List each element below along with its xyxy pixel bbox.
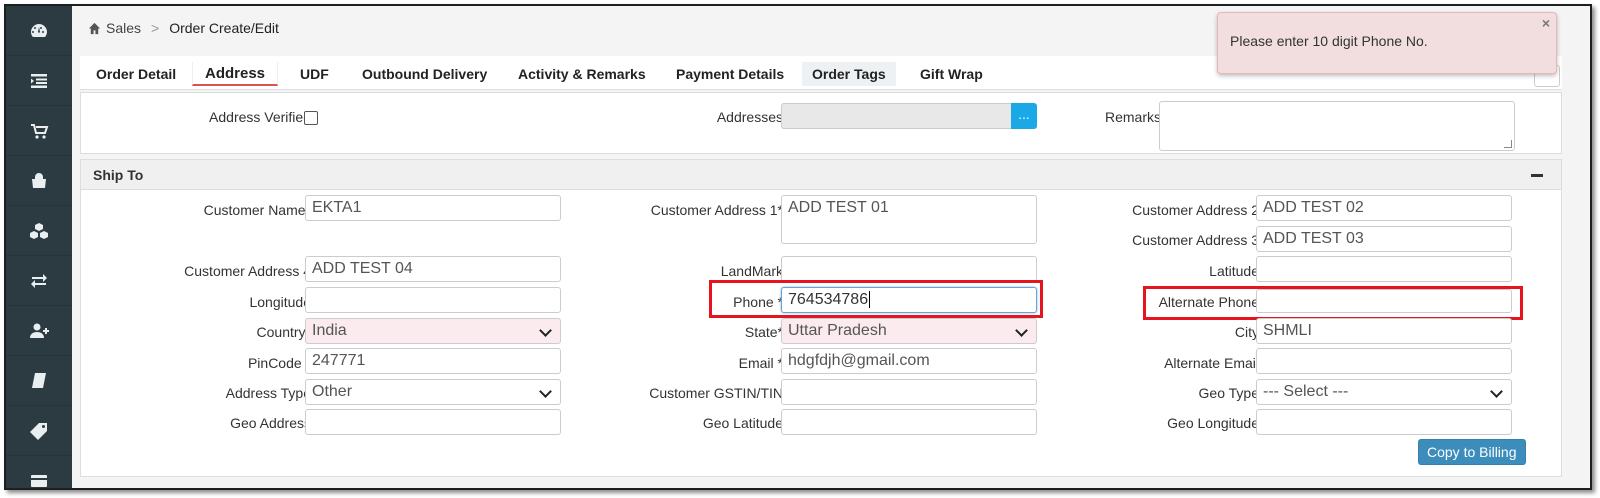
address-verified-checkbox[interactable] (304, 111, 318, 125)
alternate-email-input[interactable] (1256, 348, 1512, 374)
country-select[interactable]: India (305, 318, 561, 344)
ship-to-panel: Ship To Customer Name* EKTA1 Customer Ad… (80, 159, 1562, 477)
customer-gstin-label: Customer GSTIN/TIN (649, 385, 783, 401)
copy-to-billing-button[interactable]: Copy to Billing (1418, 439, 1526, 465)
latitude-input[interactable] (1256, 256, 1512, 282)
email-input[interactable]: hdgfdjh@gmail.com (781, 348, 1037, 374)
address-type-select[interactable]: Other (305, 379, 561, 405)
breadcrumb-root[interactable]: Sales (106, 20, 141, 36)
bag-icon (32, 172, 46, 188)
tab-udf[interactable]: UDF (290, 62, 339, 86)
sidebar-item-card[interactable] (6, 456, 72, 488)
customer-address-1-label: Customer Address 1* (650, 202, 783, 218)
list-icon (31, 73, 47, 88)
addresses-lookup-button[interactable]: ... (1011, 103, 1037, 129)
alternate-phone-input[interactable] (1256, 289, 1512, 313)
geo-type-label: Geo Type (1198, 385, 1259, 401)
sidebar-item-boxes[interactable] (6, 206, 72, 256)
geo-longitude-input[interactable] (1256, 409, 1512, 435)
sidebar-item-add-user[interactable] (6, 306, 72, 356)
sidebar-item-book[interactable] (6, 356, 72, 406)
geo-address-label: Geo Address (230, 415, 311, 431)
landmark-input[interactable] (781, 256, 1037, 282)
sidebar (6, 6, 72, 488)
email-label: Email * (738, 355, 783, 371)
tab-payment-details[interactable]: Payment Details (666, 62, 794, 86)
state-select[interactable]: Uttar Pradesh (781, 318, 1037, 344)
toast-message: Please enter 10 digit Phone No. (1230, 33, 1428, 49)
sidebar-item-dashboard[interactable] (6, 6, 72, 56)
longitude-input[interactable] (305, 287, 561, 313)
tab-address[interactable]: Address (192, 62, 278, 86)
close-icon[interactable]: × (1542, 15, 1550, 31)
dashboard-icon (31, 23, 47, 37)
breadcrumb-separator: > (151, 20, 160, 36)
app-window: Sales > Order Create/Edit Order Detail A… (4, 4, 1592, 490)
phone-label: Phone * (733, 294, 783, 310)
customer-name-label: Customer Name* (203, 202, 311, 218)
landmark-label: LandMark (720, 263, 783, 279)
customer-gstin-input[interactable] (781, 379, 1037, 405)
alternate-phone-label: Alternate Phone (1158, 294, 1259, 310)
customer-name-input[interactable]: EKTA1 (305, 195, 561, 221)
resize-handle-icon[interactable] (1504, 140, 1512, 148)
cart-icon (31, 123, 49, 139)
text-cursor (869, 291, 871, 309)
tab-gift-wrap[interactable]: Gift Wrap (910, 62, 993, 86)
home-icon (88, 22, 101, 34)
breadcrumb-current: Order Create/Edit (169, 20, 279, 36)
customer-address-4-input[interactable]: ADD TEST 04 (305, 256, 561, 282)
breadcrumb: Sales > Order Create/Edit (88, 18, 279, 38)
addresses-label: Addresses (716, 109, 783, 125)
book-icon (32, 372, 46, 388)
error-toast: Please enter 10 digit Phone No. × (1217, 12, 1557, 74)
sidebar-item-list[interactable] (6, 56, 72, 106)
customer-address-1-textarea[interactable]: ADD TEST 01 (781, 195, 1037, 244)
tab-order-detail[interactable]: Order Detail (86, 62, 186, 86)
geo-latitude-label: Geo Latitude (702, 415, 783, 431)
sidebar-item-tag[interactable] (6, 406, 72, 456)
tab-outbound-delivery[interactable]: Outbound Delivery (352, 62, 497, 86)
geo-type-select[interactable]: --- Select --- (1256, 379, 1512, 405)
transfer-icon (31, 273, 47, 288)
pincode-input[interactable]: 247771 (305, 348, 561, 374)
phone-value: 764534786 (788, 291, 869, 308)
ship-to-header[interactable]: Ship To (81, 160, 1561, 190)
phone-input[interactable]: 764534786 (781, 287, 1037, 313)
geo-address-input[interactable] (305, 409, 561, 435)
country-label: Country* (256, 324, 311, 340)
boxes-icon (30, 222, 48, 239)
customer-address-3-label: Customer Address 3 (1132, 232, 1259, 248)
tag-icon (30, 422, 47, 440)
geo-longitude-label: Geo Longitude (1167, 415, 1259, 431)
addresses-field[interactable] (781, 103, 1013, 129)
longitude-label: Longitude (249, 294, 311, 310)
tab-activity-remarks[interactable]: Activity & Remarks (508, 62, 656, 86)
remarks-label: Remarks (1104, 109, 1161, 125)
remarks-textarea[interactable] (1159, 101, 1515, 151)
customer-address-2-label: Customer Address 2 (1132, 202, 1259, 218)
customer-address-4-label: Customer Address 4 (184, 263, 311, 279)
sidebar-item-transfer[interactable] (6, 256, 72, 306)
sidebar-item-cart[interactable] (6, 106, 72, 156)
address-options-panel: Address Verified Addresses ... Remarks (80, 92, 1562, 154)
city-input[interactable]: SHMLI (1256, 318, 1512, 344)
add-user-icon (30, 323, 49, 338)
latitude-label: Latitude (1209, 263, 1259, 279)
main-content: Sales > Order Create/Edit Order Detail A… (72, 6, 1590, 488)
collapse-icon[interactable] (1531, 174, 1543, 177)
customer-address-3-input[interactable]: ADD TEST 03 (1256, 226, 1512, 252)
alternate-email-label: Alternate Email (1164, 355, 1259, 371)
tab-order-tags[interactable]: Order Tags (802, 62, 896, 86)
pincode-label: PinCode * (247, 355, 311, 371)
address-verified-label: Address Verified (209, 109, 311, 125)
customer-address-2-input[interactable]: ADD TEST 02 (1256, 195, 1512, 221)
card-icon (31, 474, 47, 487)
sidebar-item-bag[interactable] (6, 156, 72, 206)
state-label: State* (744, 324, 783, 340)
address-type-label: Address Type (225, 385, 311, 401)
geo-latitude-input[interactable] (781, 409, 1037, 435)
